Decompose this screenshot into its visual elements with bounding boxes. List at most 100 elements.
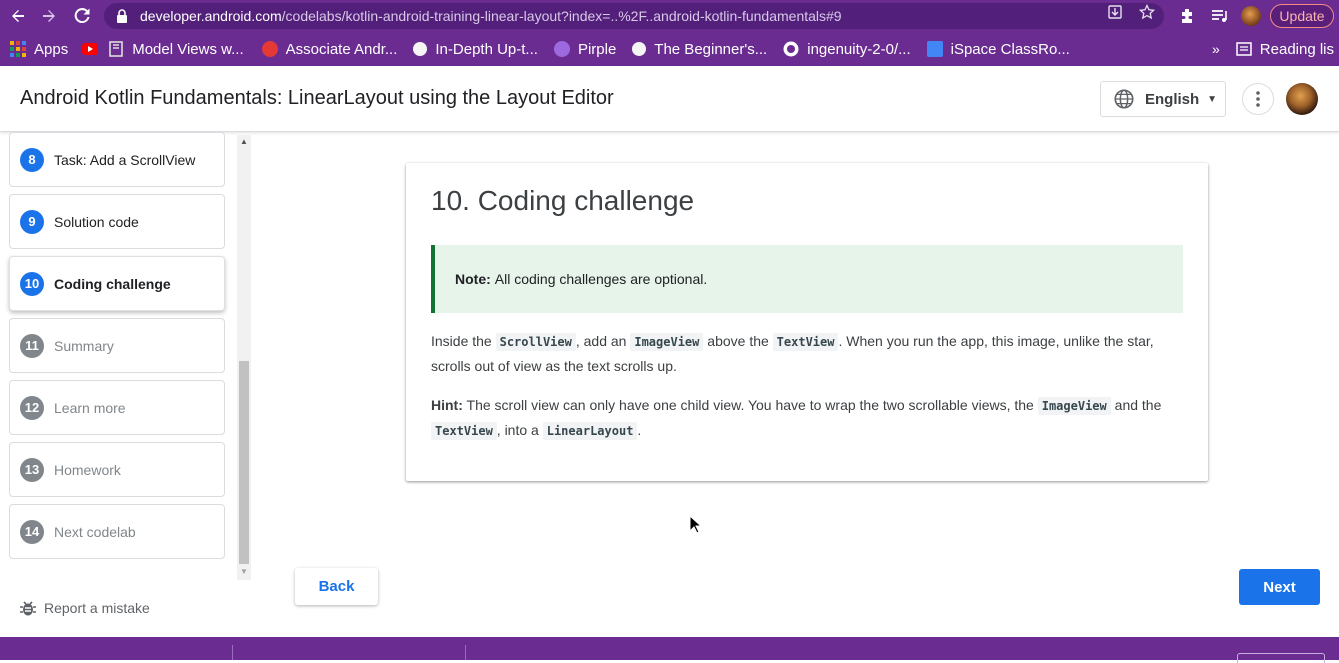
step-label: Solution code xyxy=(54,213,139,230)
step-item[interactable]: 12 Learn more xyxy=(9,380,225,435)
bookmark-ingenuity[interactable]: ingenuity-2-0/... xyxy=(783,40,911,58)
more-vert-icon xyxy=(1256,91,1260,107)
step-content-card: 10. Coding challenge Note: All coding ch… xyxy=(406,163,1208,481)
address-bar[interactable]: developer.android.com/codelabs/kotlin-an… xyxy=(104,3,1164,29)
step-item[interactable]: 8 Task: Add a ScrollView xyxy=(9,132,225,187)
hint-paragraph: Hint: The scroll view can only have one … xyxy=(431,393,1183,443)
code-imageview: ImageView xyxy=(1037,397,1111,415)
text-run: . xyxy=(637,422,642,438)
note-callout: Note: All coding challenges are optional… xyxy=(431,245,1183,313)
extensions-icon[interactable] xyxy=(1178,4,1196,28)
text-run: above the xyxy=(703,333,773,349)
step-item-active[interactable]: 10 Coding challenge xyxy=(9,256,225,311)
reload-icon[interactable] xyxy=(71,5,93,27)
step-label: Coding challenge xyxy=(54,275,171,292)
mouse-cursor-icon xyxy=(689,515,703,534)
taskbar-divider xyxy=(465,645,466,660)
taskbar-divider xyxy=(232,645,233,660)
url-path: /codelabs/kotlin-android-training-linear… xyxy=(281,8,842,24)
github-icon xyxy=(783,41,799,57)
next-button[interactable]: Next xyxy=(1239,569,1320,605)
bookmark-pirple[interactable]: Pirple xyxy=(553,41,616,58)
bookmark-label: In-Depth Up-t... xyxy=(435,40,538,58)
bookmark-associate-android[interactable]: Associate Andr... xyxy=(261,41,397,58)
apps-grid-icon xyxy=(10,41,26,57)
step-number: 9 xyxy=(20,209,44,234)
step-item[interactable]: 13 Homework xyxy=(9,442,225,497)
bookmarks-bar: Apps Model Views w... Associate Andr... … xyxy=(0,32,1339,66)
step-item[interactable]: 9 Solution code xyxy=(9,194,225,249)
bookmark-model-views[interactable]: Model Views w... xyxy=(108,40,244,58)
text-run: , add an xyxy=(575,333,631,349)
step-label: Next codelab xyxy=(54,523,136,540)
more-options-button[interactable] xyxy=(1242,83,1274,115)
bookmark-label: The Beginner's... xyxy=(654,40,768,58)
bookmark-apps[interactable]: Apps xyxy=(10,41,68,58)
profile-avatar-small[interactable] xyxy=(1241,4,1261,28)
caret-down-icon: ▼ xyxy=(1207,93,1218,105)
scroll-down-arrow-icon[interactable]: ▼ xyxy=(240,567,248,576)
step-label: Summary xyxy=(54,337,114,354)
lock-icon xyxy=(117,9,127,23)
person-icon xyxy=(632,42,647,56)
code-textview: TextView xyxy=(772,333,839,351)
scroll-up-arrow-icon[interactable]: ▲ xyxy=(240,137,248,146)
bookmark-beginners[interactable]: The Beginner's... xyxy=(632,41,767,58)
step-number: 13 xyxy=(20,457,44,482)
install-icon[interactable] xyxy=(1106,4,1124,22)
chevron-double-right-icon[interactable]: » xyxy=(1212,41,1220,57)
taskbar xyxy=(0,637,1339,663)
language-label: English xyxy=(1145,90,1200,108)
step-heading: 10. Coding challenge xyxy=(431,185,695,216)
text-run: and the xyxy=(1110,397,1162,413)
person-icon xyxy=(413,42,428,56)
back-button[interactable]: Back xyxy=(295,568,378,605)
bookmarks-overflow: » Reading lis xyxy=(1212,32,1334,66)
bookmark-label: ingenuity-2-0/... xyxy=(807,40,911,58)
step-label: Task: Add a ScrollView xyxy=(54,151,196,168)
note-label: Note: xyxy=(455,271,491,287)
browser-toolbar: developer.android.com/codelabs/kotlin-an… xyxy=(0,0,1339,32)
note-text: All coding challenges are optional. xyxy=(494,271,708,287)
step-label: Homework xyxy=(54,461,121,478)
pirple-icon xyxy=(553,41,570,57)
step-number: 10 xyxy=(20,271,44,296)
star-icon[interactable] xyxy=(1138,3,1156,22)
text-run: , into a xyxy=(496,422,543,438)
forward-arrow-icon[interactable] xyxy=(38,5,60,27)
language-selector[interactable]: English ▼ xyxy=(1100,81,1226,117)
bookmark-label: iSpace ClassRo... xyxy=(950,40,1070,58)
back-arrow-icon[interactable] xyxy=(7,5,29,27)
step-item[interactable]: 11 Summary xyxy=(9,318,225,373)
hint-label: Hint: xyxy=(431,397,463,413)
reading-list-icon xyxy=(1236,42,1252,56)
report-mistake-link[interactable]: Report a mistake xyxy=(19,599,150,617)
step-item[interactable]: 14 Next codelab xyxy=(9,504,225,559)
url-host: developer.android.com xyxy=(140,8,282,24)
bug-icon xyxy=(20,601,36,616)
page-title: Android Kotlin Fundamentals: LinearLayou… xyxy=(20,87,614,109)
reading-list-label[interactable]: Reading lis xyxy=(1260,41,1334,58)
bookmark-youtube[interactable] xyxy=(82,43,99,55)
bookmark-label: Model Views w... xyxy=(132,40,244,58)
sidebar-scrollbar[interactable]: ▲ ▼ xyxy=(237,135,251,580)
bookmark-ispace[interactable]: iSpace ClassRo... xyxy=(926,40,1070,58)
report-label: Report a mistake xyxy=(44,600,150,616)
text-run: The scroll view can only have one child … xyxy=(462,397,1038,413)
update-button[interactable]: Update xyxy=(1270,4,1334,28)
step-label: Learn more xyxy=(54,399,126,416)
scrollbar-thumb[interactable] xyxy=(239,361,249,564)
code-imageview: ImageView xyxy=(630,333,704,351)
step-number: 14 xyxy=(20,519,44,544)
challenge-paragraph: Inside the ScrollView, add an ImageView … xyxy=(431,329,1183,378)
bookmark-in-depth[interactable]: In-Depth Up-t... xyxy=(413,41,538,58)
bookmark-label: Apps xyxy=(34,40,69,58)
code-textview: TextView xyxy=(431,422,497,440)
media-control-icon[interactable] xyxy=(1210,4,1228,28)
user-avatar[interactable] xyxy=(1286,83,1318,115)
classroom-icon xyxy=(926,41,943,57)
steps-sidebar: 8 Task: Add a ScrollView 9 Solution code… xyxy=(0,132,252,578)
step-number: 8 xyxy=(20,147,44,172)
taskbar-item[interactable] xyxy=(1237,653,1325,663)
text-run: Inside the xyxy=(431,333,496,349)
